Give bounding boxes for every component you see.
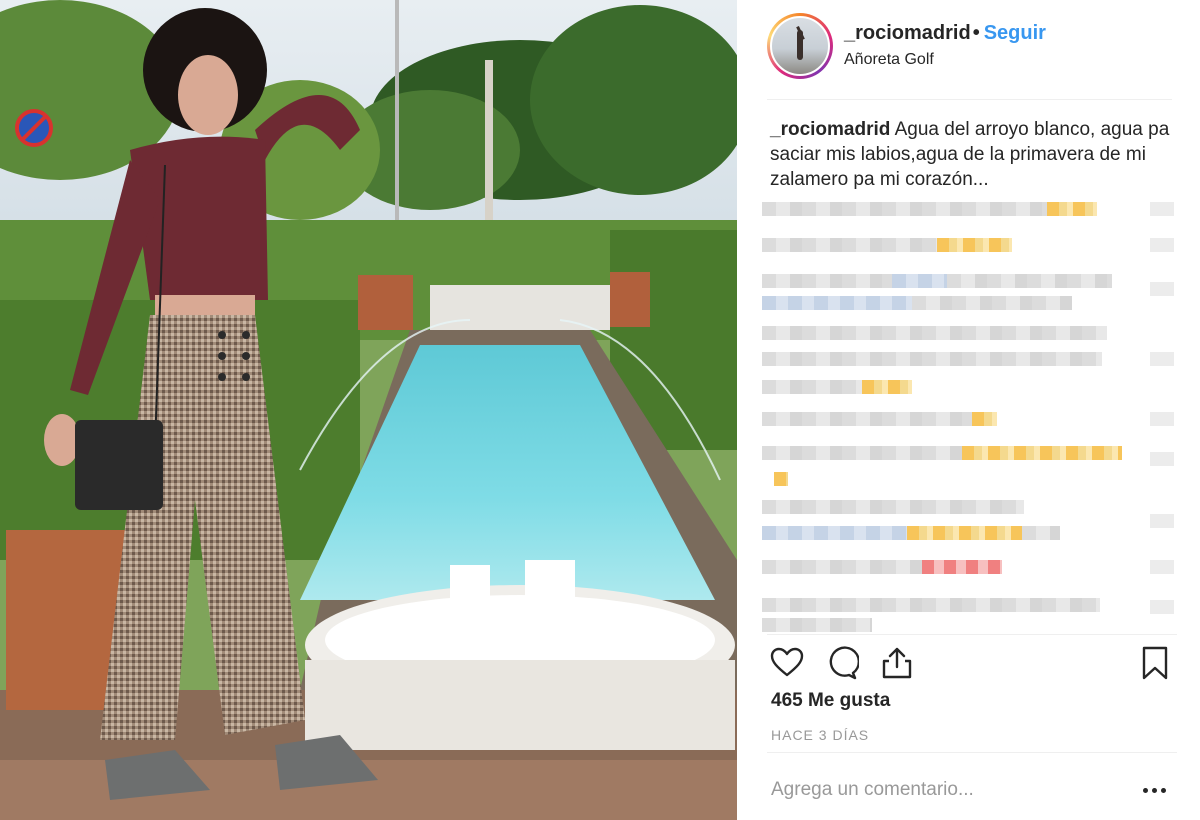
caption-username[interactable]: _rociomadrid	[770, 119, 890, 140]
comments-list[interactable]	[762, 196, 1200, 634]
obscured-comment	[762, 380, 1200, 394]
heart-icon[interactable]	[769, 645, 805, 681]
post-details-panel: _rociomadrid • Seguir Añoreta Golf _rociom…	[737, 0, 1200, 820]
follow-button[interactable]: Seguir	[984, 22, 1046, 44]
username-row: _rociomadrid • Seguir	[844, 22, 1046, 45]
obscured-comment	[762, 296, 1200, 310]
post-photo[interactable]	[0, 0, 737, 820]
obscured-comment	[762, 412, 1200, 426]
post-image	[0, 0, 737, 820]
comment-form	[767, 752, 1177, 820]
post-date[interactable]: HACE 3 DÍAS	[771, 727, 869, 743]
obscured-comment	[762, 560, 1200, 574]
share-icon[interactable]	[879, 645, 915, 681]
obscured-comment	[762, 526, 1200, 540]
comment-input[interactable]	[771, 779, 1111, 801]
comment-bubble-icon[interactable]	[823, 645, 860, 681]
post-actions-bar	[767, 634, 1177, 690]
likes-count[interactable]: 465 Me gusta	[771, 690, 890, 712]
obscured-comment	[762, 274, 1200, 288]
avatar-story-ring[interactable]	[767, 13, 833, 79]
more-options-icon[interactable]	[1143, 783, 1173, 797]
post-header: _rociomadrid • Seguir Añoreta Golf	[767, 12, 1172, 100]
location-link[interactable]: Añoreta Golf	[844, 51, 934, 69]
obscured-comment	[762, 238, 1200, 252]
obscured-comment	[762, 446, 1200, 460]
username-link[interactable]: _rociomadrid	[844, 22, 971, 44]
post-caption: _rociomadrid Agua del arroyo blanco, agu…	[770, 117, 1175, 192]
obscured-comment	[762, 598, 1200, 612]
obscured-comment	[762, 202, 1200, 216]
obscured-comment	[762, 500, 1200, 514]
obscured-comment	[762, 326, 1200, 340]
bookmark-icon[interactable]	[1137, 645, 1173, 681]
obscured-comment	[762, 472, 1200, 486]
obscured-comment	[762, 352, 1200, 366]
obscured-comment	[762, 618, 1200, 632]
avatar[interactable]	[770, 16, 830, 76]
separator-dot: •	[972, 22, 980, 44]
